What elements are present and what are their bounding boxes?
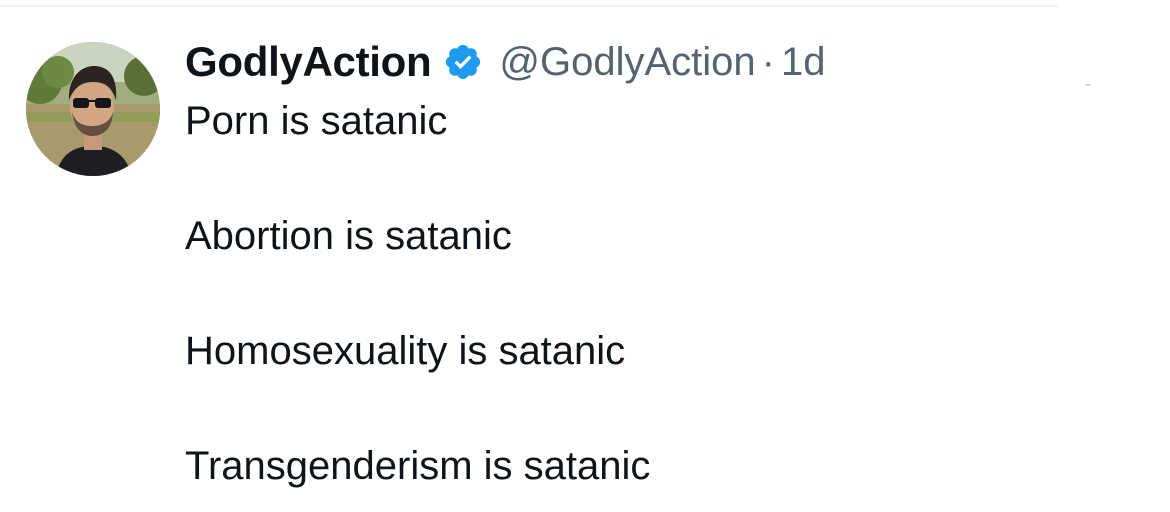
verified-badge-icon[interactable] <box>443 42 483 82</box>
handle[interactable]: @GodlyAction <box>499 40 755 85</box>
display-name[interactable]: GodlyAction <box>185 38 432 86</box>
line-break <box>185 262 1135 325</box>
line-break <box>185 377 1135 440</box>
avatar[interactable] <box>26 42 160 176</box>
avatar-photo <box>26 42 160 176</box>
tweet-text: Porn is satanic Abortion is satanic Homo… <box>185 95 1135 492</box>
header-separator: · <box>761 39 775 84</box>
timestamp[interactable]: 1d <box>781 40 826 85</box>
more-options-icon[interactable] <box>1085 84 1091 86</box>
tweet-line: Abortion is satanic <box>185 214 512 258</box>
line-break <box>185 147 1135 210</box>
tweet-card[interactable]: GodlyAction @GodlyAction · 1d Porn is sa… <box>0 0 1170 512</box>
tweet-header: GodlyAction @GodlyAction · 1d <box>185 36 825 88</box>
tweet-line: Porn is satanic <box>185 99 448 143</box>
tweet-line: Homosexuality is satanic <box>185 329 626 373</box>
tweet-line: Transgenderism is satanic <box>185 444 651 488</box>
